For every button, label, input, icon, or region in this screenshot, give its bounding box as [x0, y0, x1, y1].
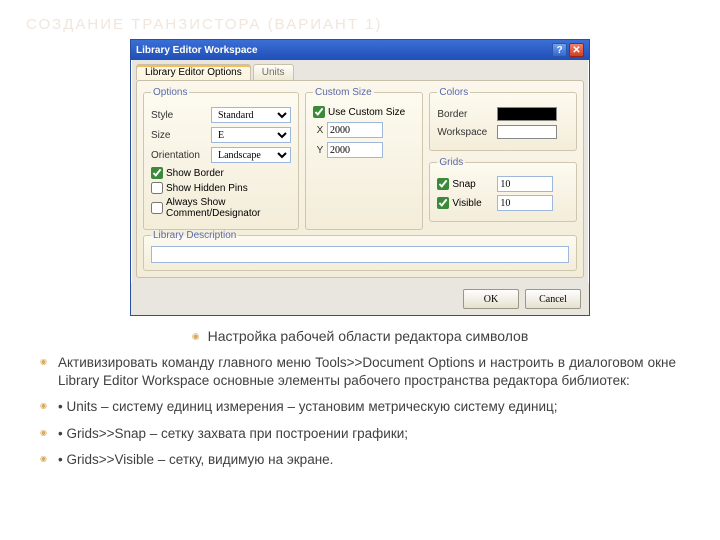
x-label: X [313, 125, 327, 136]
tab-bar: Library Editor Options Units [131, 60, 589, 80]
y-label: Y [313, 145, 327, 156]
use-custom-checkbox[interactable] [313, 106, 325, 118]
always-show-checkbox[interactable] [151, 202, 163, 214]
orientation-select[interactable]: Landscape [211, 147, 291, 163]
custom-legend: Custom Size [313, 87, 374, 98]
show-border-label: Show Border [166, 168, 224, 179]
x-input[interactable] [327, 122, 383, 138]
list-item: • Grids>>Visible – сетку, видимую на экр… [40, 451, 676, 469]
visible-label: Visible [452, 198, 494, 209]
workspace-color-swatch[interactable] [497, 125, 557, 139]
workspace-color-label: Workspace [437, 127, 497, 138]
close-button[interactable]: ✕ [569, 43, 584, 57]
visible-checkbox[interactable] [437, 197, 449, 209]
page-heading: СОЗДАНИЕ ТРАНЗИСТОРА (ВАРИАНТ 1) [0, 0, 720, 39]
always-show-label: Always Show Comment/Designator [166, 197, 291, 219]
y-input[interactable] [327, 142, 383, 158]
help-button[interactable]: ? [552, 43, 567, 57]
visible-input[interactable] [497, 195, 553, 211]
group-colors: Colors Border Workspace [429, 87, 577, 151]
grids-legend: Grids [437, 157, 465, 168]
show-hidden-pins-label: Show Hidden Pins [166, 183, 248, 194]
size-select[interactable]: E [211, 127, 291, 143]
dialog-buttons: OK Cancel [131, 283, 589, 315]
cancel-button[interactable]: Cancel [525, 289, 581, 309]
list-item: • Grids>>Snap – сетку захвата при постро… [40, 425, 676, 443]
show-border-checkbox[interactable] [151, 167, 163, 179]
bullet-list: Активизировать команду главного меню Too… [0, 354, 720, 469]
group-options: Options Style Standard Size E Orientatio… [143, 87, 299, 230]
titlebar: Library Editor Workspace ? ✕ [131, 40, 589, 60]
list-item: Активизировать команду главного меню Too… [40, 354, 676, 390]
caption-text: Настройка рабочей области редактора симв… [0, 328, 720, 344]
group-library-description: Library Description [143, 230, 577, 271]
snap-label: Snap [452, 179, 494, 190]
window-title: Library Editor Workspace [136, 45, 258, 56]
snap-input[interactable] [497, 176, 553, 192]
orientation-label: Orientation [151, 150, 211, 161]
lib-desc-legend: Library Description [151, 230, 238, 241]
list-item: • Units – систему единиц измерения – уст… [40, 398, 676, 416]
use-custom-label: Use Custom Size [328, 107, 405, 118]
group-grids: Grids Snap Visible [429, 157, 577, 222]
show-hidden-pins-checkbox[interactable] [151, 182, 163, 194]
style-label: Style [151, 110, 211, 121]
size-label: Size [151, 130, 211, 141]
tab-panel: Options Style Standard Size E Orientatio… [136, 80, 584, 278]
options-legend: Options [151, 87, 189, 98]
lib-desc-input[interactable] [151, 246, 569, 263]
tab-library-options[interactable]: Library Editor Options [136, 64, 251, 80]
border-color-swatch[interactable] [497, 107, 557, 121]
style-select[interactable]: Standard [211, 107, 291, 123]
dialog-window: Library Editor Workspace ? ✕ Library Edi… [130, 39, 590, 316]
tab-units[interactable]: Units [253, 64, 294, 80]
border-color-label: Border [437, 109, 497, 120]
group-custom-size: Custom Size Use Custom Size X Y [305, 87, 423, 230]
colors-legend: Colors [437, 87, 470, 98]
ok-button[interactable]: OK [463, 289, 519, 309]
snap-checkbox[interactable] [437, 178, 449, 190]
